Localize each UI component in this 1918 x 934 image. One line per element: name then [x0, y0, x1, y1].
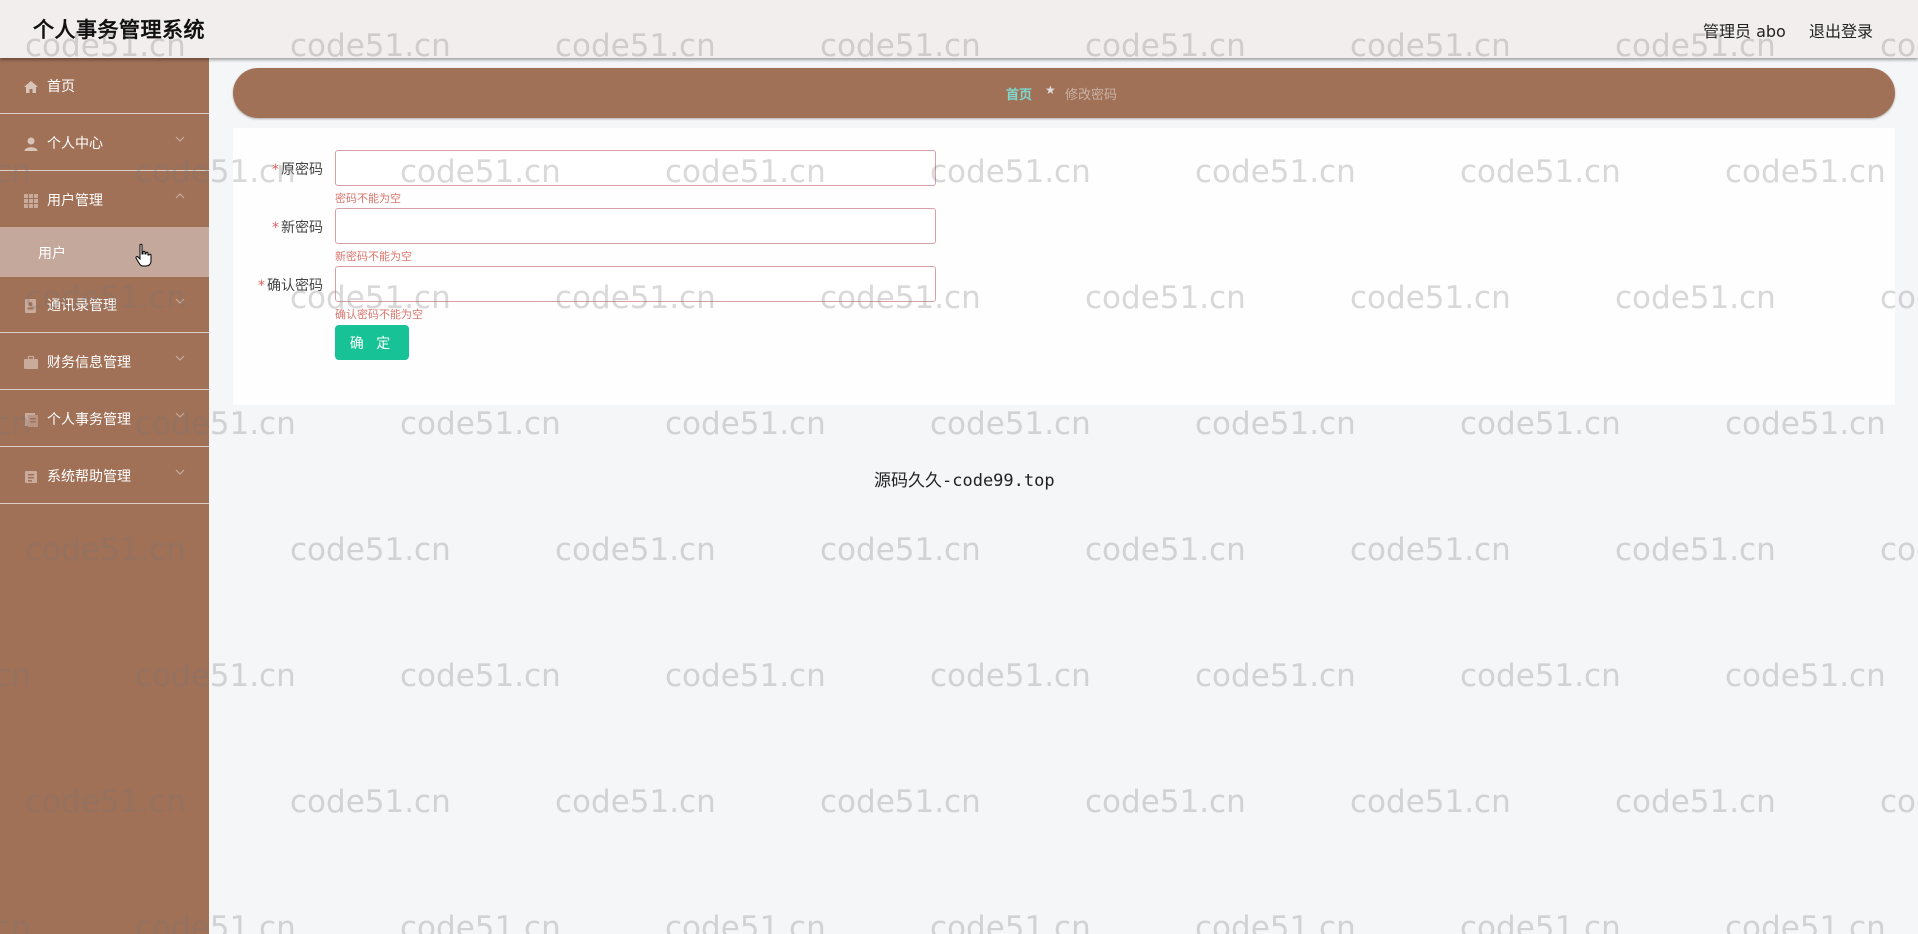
app-title: 个人事务管理系统	[33, 18, 205, 42]
chevron-down-icon	[174, 295, 186, 307]
watermark-text: code51.cn	[1725, 910, 1886, 934]
confirm-button[interactable]: 确 定	[335, 325, 409, 360]
watermark-text: code51.cn	[290, 532, 451, 568]
user-icon	[23, 136, 39, 152]
chevron-down-icon	[174, 466, 186, 478]
watermark-text: code51.cn	[1615, 784, 1776, 820]
watermark-text: code51.cn	[1350, 532, 1511, 568]
sidebar-item-system-help[interactable]: 系统帮助管理	[0, 448, 209, 504]
sidebar-item-label: 系统帮助管理	[47, 469, 131, 485]
confirm-password-field[interactable]	[335, 266, 936, 302]
watermark-text: code51.cn	[1085, 532, 1246, 568]
old-password-field[interactable]	[335, 150, 936, 186]
sidebar-subitem-users[interactable]: 用户	[0, 227, 209, 277]
watermark-text: code51.cn	[820, 784, 981, 820]
watermark-text: code51.cn	[1195, 910, 1356, 934]
chevron-up-icon	[174, 190, 186, 202]
old-password-label: * 原密码	[272, 162, 323, 178]
watermark-text: code51.cn	[1725, 406, 1886, 442]
watermark-text: code51.cn	[1350, 784, 1511, 820]
watermark-text: code51.cn	[400, 910, 561, 934]
confirm-password-error: 确认密码不能为空	[335, 308, 423, 321]
sidebar: 首页 个人中心 用户管理 用户 通讯录管理 财务信息管理 个人事务管理 系统帮助…	[0, 58, 209, 934]
logout-link[interactable]: 退出登录	[1809, 18, 1873, 42]
sidebar-item-label: 个人中心	[47, 136, 103, 152]
breadcrumb-separator: ★	[1045, 83, 1056, 97]
chevron-down-icon	[174, 409, 186, 421]
breadcrumb-home-link[interactable]: 首页	[1006, 84, 1032, 103]
watermark-text: code51.cn	[400, 658, 561, 694]
sidebar-item-label: 财务信息管理	[47, 355, 131, 371]
help-icon	[23, 469, 39, 485]
watermark-text: code51.cn	[555, 532, 716, 568]
watermark-text: code51.cn	[930, 910, 1091, 934]
breadcrumb: 首页 ★ 修改密码	[233, 68, 1895, 118]
watermark-text: code51.cn	[1085, 784, 1246, 820]
watermark-text: code51.cn	[820, 532, 981, 568]
new-password-error: 新密码不能为空	[335, 250, 412, 263]
sidebar-item-label: 首页	[47, 79, 75, 95]
watermark-text: code51.cn	[930, 658, 1091, 694]
watermark-text: code51.cn	[665, 406, 826, 442]
watermark-text: code51.cn	[400, 406, 561, 442]
briefcase-icon	[23, 355, 39, 371]
watermark-text: code51.cn	[1460, 406, 1621, 442]
grid-icon	[23, 193, 39, 209]
watermark-text: code51.cn	[1460, 910, 1621, 934]
mouse-pointer-icon	[134, 243, 152, 267]
new-password-label: * 新密码	[272, 220, 323, 236]
watermark-text: code51.cn	[665, 658, 826, 694]
sidebar-subitem-label: 用户	[38, 246, 66, 262]
chevron-down-icon	[174, 133, 186, 145]
sidebar-item-user-management[interactable]: 用户管理	[0, 172, 209, 228]
document-icon	[23, 412, 39, 428]
breadcrumb-current: 修改密码	[1065, 88, 1118, 103]
current-user-label: 管理员 abo	[1703, 22, 1786, 41]
watermark-text: code51.cn	[930, 406, 1091, 442]
watermark-text: code51.cn	[1460, 658, 1621, 694]
new-password-field[interactable]	[335, 208, 936, 244]
watermark-text: code51.cn	[1880, 784, 1918, 820]
contacts-icon	[23, 298, 39, 314]
watermark-text: code51.cn	[1195, 658, 1356, 694]
sidebar-item-label: 通讯录管理	[47, 298, 117, 314]
sidebar-item-home[interactable]: 首页	[0, 58, 209, 114]
watermark-text: code51.cn	[1880, 532, 1918, 568]
watermark-text: code51.cn	[1615, 532, 1776, 568]
home-icon	[23, 79, 39, 95]
watermark-text: code51.cn	[1195, 406, 1356, 442]
sidebar-item-personal-center[interactable]: 个人中心	[0, 115, 209, 171]
chevron-down-icon	[174, 352, 186, 364]
top-header: 个人事务管理系统 管理员 abo 退出登录	[0, 0, 1918, 58]
sidebar-item-finance-management[interactable]: 财务信息管理	[0, 334, 209, 390]
sidebar-item-contacts-management[interactable]: 通讯录管理	[0, 277, 209, 333]
watermark-text: code51.cn	[665, 910, 826, 934]
watermark-text: code51.cn	[290, 784, 451, 820]
sidebar-item-label: 用户管理	[47, 193, 103, 209]
footer-text: 源码久久-code99.top	[874, 471, 1055, 491]
watermark-text: code51.cn	[555, 784, 716, 820]
sidebar-item-personal-affairs[interactable]: 个人事务管理	[0, 391, 209, 447]
confirm-password-label: * 确认密码	[258, 278, 323, 294]
sidebar-item-label: 个人事务管理	[47, 412, 131, 428]
watermark-text: code51.cn	[1725, 658, 1886, 694]
old-password-error: 密码不能为空	[335, 192, 401, 205]
